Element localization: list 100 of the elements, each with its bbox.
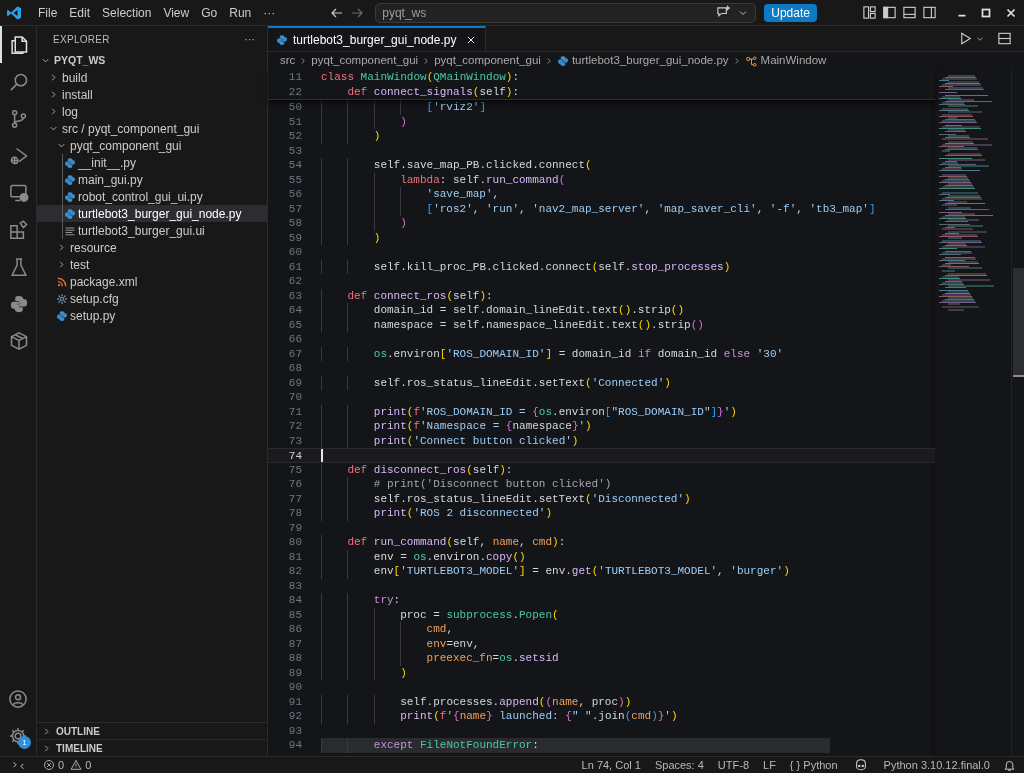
code-line: print(f'{name} launched: {" ".join(cmd)}') xyxy=(400,709,678,724)
python-file-icon xyxy=(276,33,288,46)
python-file-icon xyxy=(556,55,569,67)
status-item[interactable]: UTF-8 xyxy=(710,756,756,773)
code-line: ['rviz2'] xyxy=(426,100,486,115)
tree-item[interactable]: main_gui.py xyxy=(37,171,267,188)
line-number: 75 xyxy=(287,462,302,477)
run-debug-icon[interactable] xyxy=(9,145,29,166)
code-line: self.ros_status_lineEdit.setText('Disconnected') xyxy=(373,491,691,506)
breadcrumb-item[interactable]: turtlebot3_burger_gui_node.py xyxy=(571,52,729,70)
menu-item[interactable]: Selection xyxy=(96,2,158,23)
problems-button[interactable]: 0 0 xyxy=(39,756,96,773)
update-button[interactable]: Update xyxy=(764,3,817,22)
line-number: 57 xyxy=(287,201,302,216)
line-number: 61 xyxy=(287,259,302,274)
tree-item[interactable]: turtlebot3_burger_gui.ui xyxy=(37,222,267,239)
rss-icon xyxy=(55,275,68,288)
run-icon[interactable] xyxy=(958,31,973,46)
code-line: cmd, xyxy=(426,622,453,637)
more-actions-icon[interactable]: ··· xyxy=(244,30,255,48)
line-number: 66 xyxy=(287,332,302,347)
line-number: 70 xyxy=(287,390,302,405)
account-icon[interactable] xyxy=(8,689,28,709)
code-line: namespace = self.namespace_lineEdit.text().strip() xyxy=(373,317,704,332)
tree-item[interactable]: build xyxy=(37,69,267,86)
line-number: 22 xyxy=(287,84,302,99)
menu-item[interactable]: File xyxy=(32,2,64,23)
text-file-icon xyxy=(63,224,76,237)
line-number: 60 xyxy=(287,245,302,260)
split-editor-icon[interactable] xyxy=(997,31,1012,46)
tree-item[interactable]: log xyxy=(37,103,267,120)
code-line: self.processes.append((name, proc)) xyxy=(400,694,632,709)
tree-item[interactable]: test xyxy=(37,256,267,273)
line-number: 68 xyxy=(287,361,302,376)
settings-icon[interactable] xyxy=(8,726,28,746)
bottom-panel-icon[interactable] xyxy=(901,5,917,20)
line-number: 52 xyxy=(287,129,302,144)
search-icon[interactable] xyxy=(9,71,29,92)
search-text: pyqt_ws xyxy=(382,4,427,22)
line-number: 78 xyxy=(287,506,302,521)
line-number: 85 xyxy=(287,607,302,622)
menu-item[interactable]: View xyxy=(157,2,196,23)
extensions-icon[interactable] xyxy=(9,219,29,240)
breadcrumb-item[interactable]: pyqt_component_gui xyxy=(434,52,541,70)
tree-item[interactable]: setup.py xyxy=(37,307,267,324)
right-panel-icon[interactable] xyxy=(921,5,937,20)
line-number: 88 xyxy=(287,651,302,666)
menu-item[interactable]: Go xyxy=(195,2,224,23)
line-number: 84 xyxy=(287,593,302,608)
code-line: class MainWindow(QMainWindow): xyxy=(321,70,520,85)
line-number: 74 xyxy=(287,449,302,462)
breadcrumb-item[interactable]: pyqt_component_gui xyxy=(311,52,419,70)
tree-item[interactable]: pyqt_component_gui xyxy=(37,137,267,154)
tree-item[interactable]: resource xyxy=(37,239,267,256)
breadcrumb-item[interactable]: src xyxy=(280,52,296,70)
line-number: 87 xyxy=(287,636,302,651)
tree-item[interactable]: setup.cfg xyxy=(37,290,267,307)
flask-icon[interactable] xyxy=(9,256,29,277)
python-file-icon xyxy=(63,207,76,220)
line-number: 86 xyxy=(287,622,302,637)
files-icon[interactable] xyxy=(9,34,29,55)
scrollbar-thumb[interactable] xyxy=(1013,268,1024,375)
code-line: os.environ['ROS_DOMAIN_ID'] = domain_id if domain_id else '30' xyxy=(373,346,784,361)
bell-icon[interactable] xyxy=(1003,758,1016,772)
line-number: 54 xyxy=(287,158,302,173)
tree-item[interactable]: __init__.py xyxy=(37,154,267,171)
remote-explorer-icon[interactable] xyxy=(9,182,29,203)
python-icon[interactable] xyxy=(9,293,29,314)
interpreter-status[interactable]: Python 3.10.12.final.0 xyxy=(876,756,997,773)
code-line: self.ros_status_lineEdit.setText('Connected') xyxy=(373,375,671,390)
code-line: ) xyxy=(400,114,407,129)
menu-item[interactable]: Edit xyxy=(63,2,97,23)
editor-tab[interactable]: turtlebot3_burger_gui_node.py xyxy=(268,26,487,51)
breadcrumb-item[interactable]: MainWindow xyxy=(760,52,827,70)
tree-item[interactable]: install xyxy=(37,86,267,103)
line-number: 73 xyxy=(287,433,302,448)
status-item[interactable]: Spaces: 4 xyxy=(647,756,711,773)
python-file-icon xyxy=(63,173,76,186)
package-box-icon[interactable] xyxy=(9,330,29,351)
copilot-icon[interactable] xyxy=(853,758,868,772)
python-file-icon xyxy=(63,190,76,203)
layout-icon[interactable] xyxy=(861,5,877,20)
source-control-icon[interactable] xyxy=(9,108,29,129)
line-number: 83 xyxy=(287,578,302,593)
status-item[interactable]: { } Python xyxy=(782,756,845,773)
status-item[interactable]: LF xyxy=(756,756,783,773)
tree-item[interactable]: turtlebot3_burger_gui_node.py xyxy=(37,205,267,222)
section-header[interactable]: OUTLINE xyxy=(37,722,267,739)
line-number: 58 xyxy=(287,216,302,231)
tree-item[interactable]: robot_control_gui_ui.py xyxy=(37,188,267,205)
command-center-field[interactable]: pyqt_ws xyxy=(375,2,757,23)
tree-item[interactable]: PYQT_WS xyxy=(37,52,267,69)
menu-item[interactable]: Run xyxy=(223,2,258,23)
tree-item[interactable]: src / pyqt_component_gui xyxy=(37,120,267,137)
chat-sparkle-icon[interactable] xyxy=(716,5,732,20)
line-number: 64 xyxy=(287,303,302,318)
status-item[interactable]: Ln 74, Col 1 xyxy=(574,756,648,773)
tree-item[interactable]: package.xml xyxy=(37,273,267,290)
menu-item[interactable]: ··· xyxy=(257,2,282,23)
left-panel-icon[interactable] xyxy=(881,5,897,20)
